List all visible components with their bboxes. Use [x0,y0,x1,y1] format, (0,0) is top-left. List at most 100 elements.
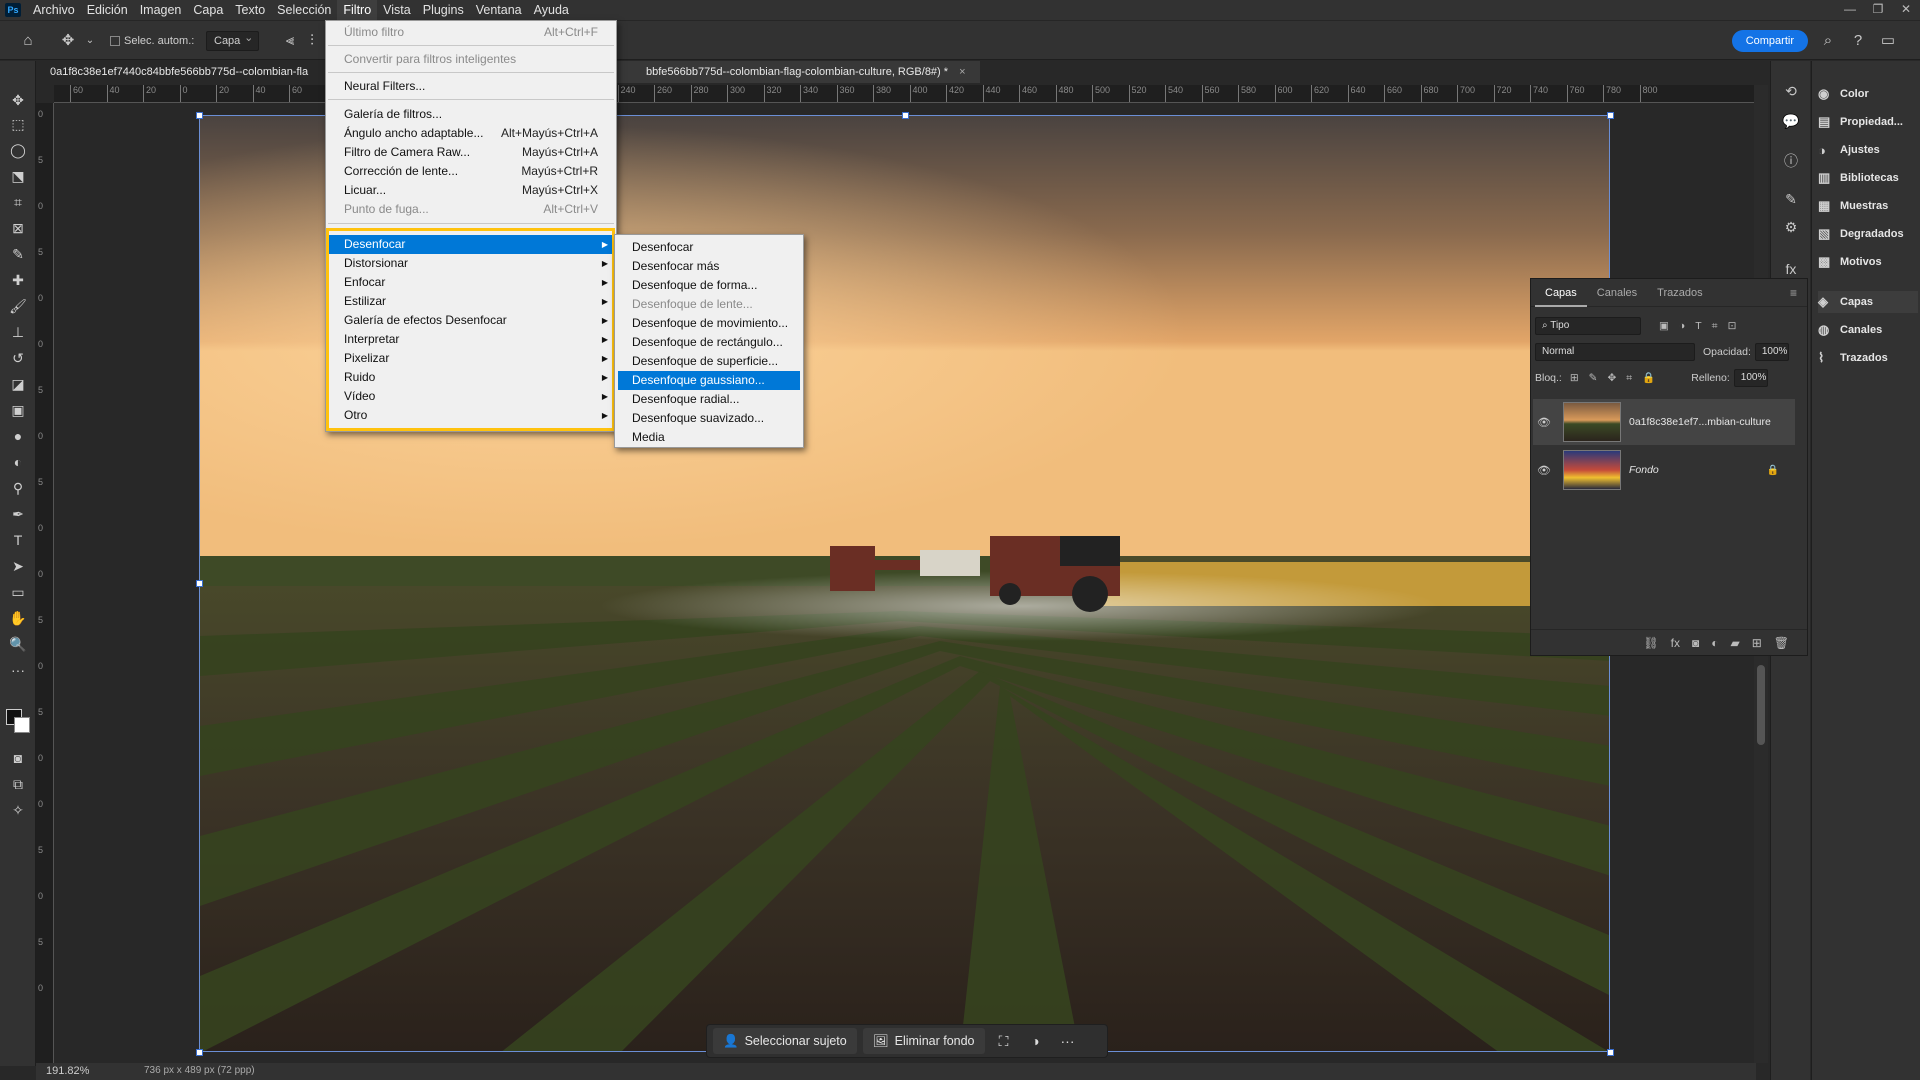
frame-tool-icon[interactable]: ⊠ [6,217,30,239]
submenu-item-smart-blur[interactable]: Desenfoque suavizado... [618,409,800,428]
submenu-item-lens-blur[interactable]: Desenfoque de lente... [618,295,800,314]
panel-paths[interactable]: ⌇ Trazados [1818,347,1918,369]
menu-item-stylize[interactable]: Estilizar ▶ [326,292,616,311]
add-mask-icon[interactable]: ◙ [1692,636,1699,650]
canvas-area[interactable] [54,103,1756,1063]
pen-tool-icon[interactable]: ✒ [6,503,30,525]
layer-row[interactable]: 👁 0a1f8c38e1ef7...mbian-culture [1533,399,1795,445]
menu-item-last-filter[interactable]: Último filtro Alt+Ctrl+F [326,23,616,42]
restore-icon[interactable]: ❐ [1864,0,1892,20]
eraser-tool-icon[interactable]: ◪ [6,373,30,395]
layer-row[interactable]: 👁 Fondo 🔒 [1533,447,1795,493]
minimize-icon[interactable]: — [1836,0,1864,20]
visibility-eye-icon[interactable]: 👁 [1533,464,1555,477]
panel-channels[interactable]: ◍ Canales [1818,319,1918,341]
object-select-tool-icon[interactable]: ⬔ [6,165,30,187]
submenu-item-motion-blur[interactable]: Desenfoque de movimiento... [618,314,800,333]
transform-handle-bl[interactable] [196,1049,203,1056]
transform-handle-tc[interactable] [902,112,909,119]
menu-filtro[interactable]: Filtro [337,0,378,20]
menu-plugins[interactable]: Plugins [417,0,470,20]
history-brush-icon[interactable]: ↺ [6,347,30,369]
info-icon[interactable]: ⓘ [1781,151,1801,171]
document-tab-2[interactable]: bbfe566bb775d--colombian-flag-colombian-… [606,61,980,83]
document-tab-1[interactable]: 0a1f8c38e1ef7440c84bbfe566bb775d--colomb… [36,61,322,83]
remove-background-button[interactable]: 🖼 Eliminar fondo [862,1028,985,1054]
menu-item-smart-filters[interactable]: Convertir para filtros inteligentes [326,50,616,69]
tab-layers[interactable]: Capas [1535,279,1587,307]
delete-icon[interactable]: 🗑 [1774,636,1789,650]
visibility-eye-icon[interactable]: 👁 [1533,416,1555,429]
background-color-swatch[interactable] [14,717,30,733]
workspace-icon[interactable]: ▭ [1878,31,1898,51]
submenu-item-surface-blur[interactable]: Desenfoque de superficie... [618,352,800,371]
panel-menu-icon[interactable]: ≡ [1790,286,1797,300]
move-tool-icon[interactable]: ✥ [6,89,30,111]
menu-item-neural-filters[interactable]: Neural Filters... [326,77,616,96]
comments-icon[interactable]: 💬 [1781,113,1801,133]
menu-ayuda[interactable]: Ayuda [528,0,575,20]
menu-item-sharpen[interactable]: Enfocar ▶ [326,273,616,292]
menu-imagen[interactable]: Imagen [134,0,188,20]
menu-texto[interactable]: Texto [229,0,271,20]
close-tab-icon[interactable]: × [959,66,965,78]
screen-mode-icon[interactable]: ⧉ [6,773,30,795]
adjustment-icon[interactable]: ◑ [1023,1028,1049,1054]
zoom-tool-icon[interactable]: 🔍 [6,633,30,655]
select-subject-button[interactable]: 👤 Seleccionar sujeto [713,1028,857,1054]
menu-ventana[interactable]: Ventana [470,0,528,20]
menu-item-vanishing-point[interactable]: Punto de fuga... Alt+Ctrl+V [326,200,616,219]
panel-adjustments[interactable]: ◑ Ajustes [1818,139,1918,161]
quick-mask-icon[interactable]: ◙ [6,747,30,769]
transform-handle-ml[interactable] [196,580,203,587]
crop-tool-icon[interactable]: ⌗ [6,191,30,213]
help-icon[interactable]: ? [1848,31,1868,51]
healing-tool-icon[interactable]: ✚ [6,269,30,291]
path-select-tool-icon[interactable]: ➤ [6,555,30,577]
new-adjustment-icon[interactable]: ◐ [1711,636,1718,650]
layer-filter-dropdown[interactable]: ⌕ Tipo [1535,317,1641,335]
layer-filter-icons[interactable]: ▣◑T⌗⊡ [1659,320,1746,333]
eyedropper-tool-icon[interactable]: ✎ [6,243,30,265]
layer-name[interactable]: 0a1f8c38e1ef7...mbian-culture [1629,416,1771,428]
more-options-icon[interactable]: ··· [1055,1028,1081,1054]
history-icon[interactable]: ⟲ [1781,83,1801,103]
menu-item-render[interactable]: Interpretar ▶ [326,330,616,349]
share-button[interactable]: Compartir [1731,30,1808,52]
hand-tool-icon[interactable]: ✋ [6,607,30,629]
align-center-icon[interactable]: ⫶ [302,31,322,51]
menu-item-adaptive-wide-angle[interactable]: Ángulo ancho adaptable... Alt+Mayús+Ctrl+… [326,124,616,143]
menu-item-blur[interactable]: Desenfocar ▶ [326,235,616,254]
transform-handle-tr[interactable] [1607,112,1614,119]
menu-item-noise[interactable]: Ruido ▶ [326,368,616,387]
menu-item-liquify[interactable]: Licuar... Mayús+Ctrl+X [326,181,616,200]
panel-patterns[interactable]: ▩ Motivos [1818,251,1918,273]
menu-item-pixelate[interactable]: Pixelizar ▶ [326,349,616,368]
panel-gradients[interactable]: ▧ Degradados [1818,223,1918,245]
tool-presets-icon[interactable]: ⚙ [1781,219,1801,239]
blend-mode-dropdown[interactable]: Normal [1535,343,1695,361]
panel-libraries[interactable]: ▥ Bibliotecas [1818,167,1918,189]
submenu-item-average[interactable]: Media [618,428,800,447]
layer-name[interactable]: Fondo [1629,464,1659,476]
zoom-level[interactable]: 191.82% [46,1065,89,1077]
submenu-item-box-blur[interactable]: Desenfoque de rectángulo... [618,333,800,352]
new-group-icon[interactable]: ▰ [1730,636,1739,650]
tab-channels[interactable]: Canales [1587,279,1647,307]
panel-color[interactable]: ◉ Color [1818,83,1918,105]
submenu-item-radial-blur[interactable]: Desenfoque radial... [618,390,800,409]
menu-item-video[interactable]: Vídeo ▶ [326,387,616,406]
fill-input[interactable]: 100% [1733,369,1768,387]
opacity-input[interactable]: 100% [1754,343,1789,361]
move-tool-icon[interactable]: ✥ [58,31,78,51]
submenu-item-gaussian-blur[interactable]: Desenfoque gaussiano... [618,371,800,390]
new-layer-icon[interactable]: ⊞ [1752,636,1762,650]
transform-handle-tl[interactable] [196,112,203,119]
submenu-item-blur[interactable]: Desenfocar [618,238,800,257]
gradient-tool-icon[interactable]: ▣ [6,399,30,421]
generative-fill-icon[interactable]: ✧ [6,799,30,821]
menu-item-camera-raw[interactable]: Filtro de Camera Raw... Mayús+Ctrl+A [326,143,616,162]
blur-tool-icon[interactable]: ● [6,425,30,447]
menu-capa[interactable]: Capa [187,0,229,20]
menu-item-blur-gallery[interactable]: Galería de efectos Desenfocar ▶ [326,311,616,330]
